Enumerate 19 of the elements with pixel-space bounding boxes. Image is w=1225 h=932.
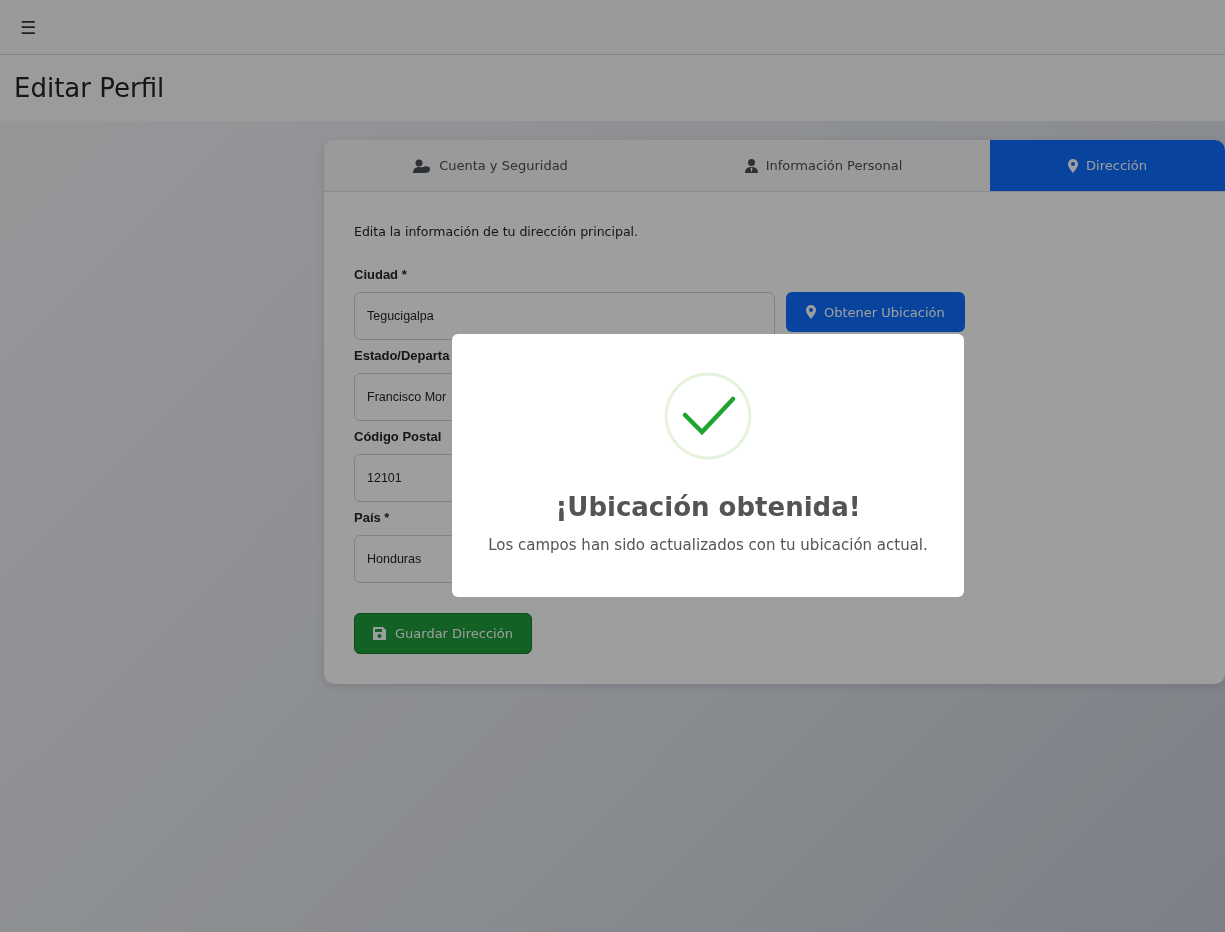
dialog-message: Los campos han sido actualizados con tu ubicación actual. xyxy=(487,536,929,554)
field-label: Ciudad * xyxy=(354,267,408,282)
map-pin-icon xyxy=(806,305,816,319)
menu-icon[interactable]: ☰ xyxy=(20,16,37,38)
check-circle-icon xyxy=(664,372,752,460)
user-tie-icon xyxy=(744,158,758,173)
field-label: País * xyxy=(354,510,391,525)
tab[interactable]: Dirección xyxy=(990,140,1225,191)
field-label: Estado/Departa xyxy=(354,348,451,363)
field-label: Código Postal xyxy=(354,429,443,444)
tab[interactable]: Información Personal xyxy=(657,140,990,191)
text-field[interactable]: Tegucigalpa xyxy=(354,292,775,340)
map-pin-icon xyxy=(1068,158,1079,173)
intro-text: Edita la información de tu dirección principal. xyxy=(354,224,639,239)
get-location-button[interactable]: Obtener Ubicación xyxy=(786,292,965,332)
page-title: Editar Perfil xyxy=(14,73,165,103)
tab[interactable]: Cuenta y Seguridad xyxy=(324,140,657,191)
save-button[interactable]: Guardar Dirección xyxy=(354,613,532,654)
dialog-title: ¡Ubicación obtenida! xyxy=(554,492,862,522)
